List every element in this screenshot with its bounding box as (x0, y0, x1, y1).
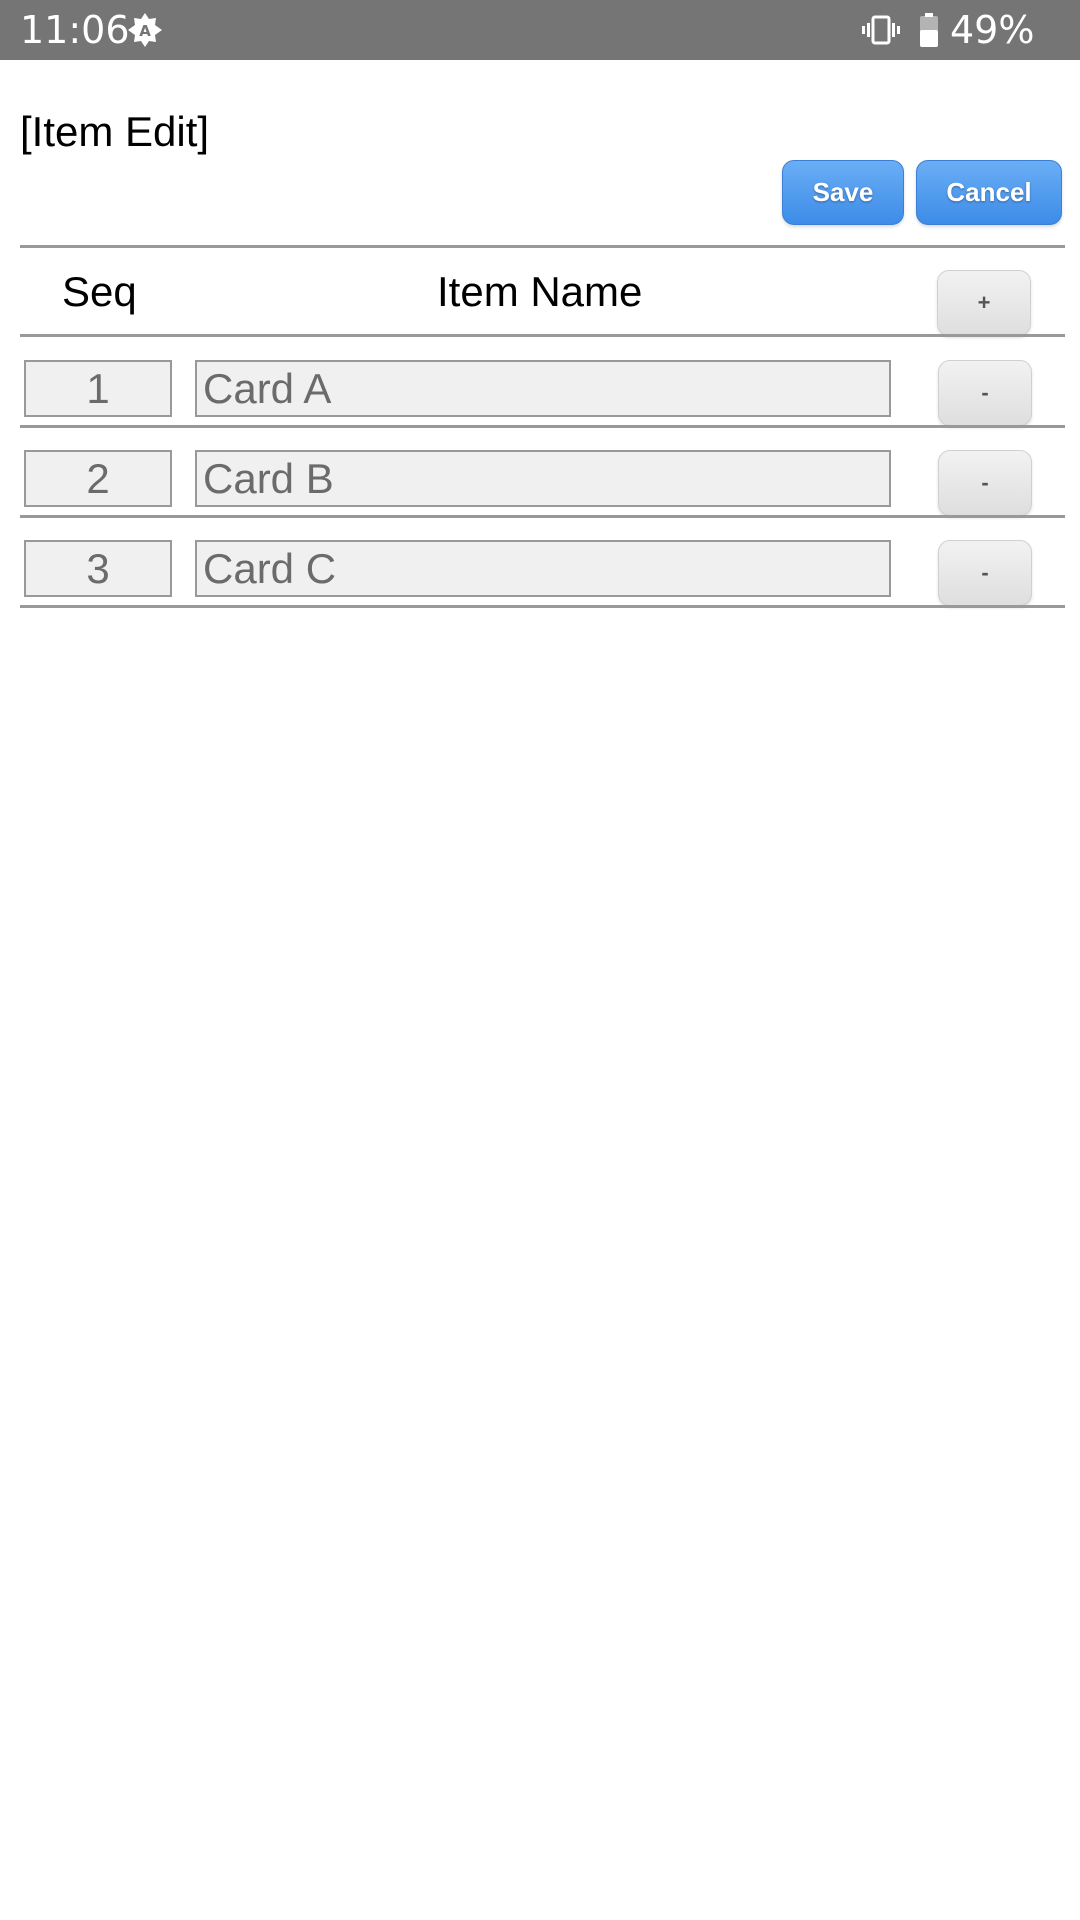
divider (20, 605, 1065, 608)
save-button[interactable]: Save (782, 160, 904, 225)
auto-brightness-icon: A (128, 13, 162, 47)
table-row: - (0, 450, 1080, 540)
column-header-seq: Seq (62, 268, 137, 315)
status-bar: 11:06 A 49% (0, 0, 1080, 60)
seq-input[interactable] (24, 360, 172, 417)
remove-row-button[interactable]: - (938, 540, 1032, 606)
status-time: 11:06 (20, 8, 130, 52)
seq-input[interactable] (24, 540, 172, 597)
vibrate-icon (862, 15, 900, 45)
battery-percent: 49% (950, 8, 1035, 52)
table-row: - (0, 540, 1080, 630)
item-name-input[interactable] (195, 450, 891, 507)
add-row-button[interactable]: + (937, 270, 1031, 336)
page-title: [Item Edit] (20, 108, 210, 155)
svg-text:A: A (139, 22, 151, 40)
cancel-button[interactable]: Cancel (916, 160, 1062, 225)
table-row: - (0, 360, 1080, 450)
column-header-item-name: Item Name (437, 268, 643, 315)
remove-row-button[interactable]: - (938, 360, 1032, 426)
remove-row-button[interactable]: - (938, 450, 1032, 516)
seq-input[interactable] (24, 450, 172, 507)
item-name-input[interactable] (195, 540, 891, 597)
divider (20, 425, 1065, 428)
divider (20, 334, 1065, 337)
battery-icon (920, 13, 938, 47)
item-name-input[interactable] (195, 360, 891, 417)
divider (20, 245, 1065, 248)
divider (20, 515, 1065, 518)
